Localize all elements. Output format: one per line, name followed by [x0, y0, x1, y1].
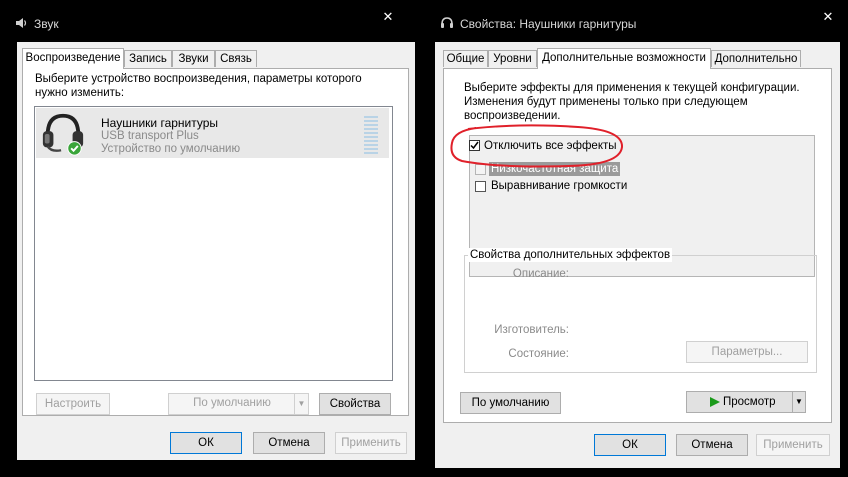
device-name: Наушники гарнитуры	[101, 116, 219, 130]
configure-button[interactable]: Настроить	[36, 393, 110, 415]
headset-small-icon	[441, 17, 453, 28]
dropdown-arrow-icon[interactable]: ▼	[294, 394, 308, 414]
cancel-button[interactable]: Отмена	[676, 434, 748, 456]
ok-button[interactable]: ОК	[170, 432, 242, 454]
group-title: Свойства дополнительных эффектов	[468, 248, 673, 262]
apply-button[interactable]: Применить	[335, 432, 407, 454]
preview-button[interactable]: Просмотр ▼	[686, 391, 806, 413]
device-subtitle: USB transport Plus	[101, 130, 199, 142]
device-row[interactable]: Наушники гарнитуры USB transport Plus Ус…	[36, 108, 389, 158]
tab-playback[interactable]: Воспроизведение	[22, 48, 124, 69]
properties-titlebar[interactable]: Свойства: Наушники гарнитуры ✕	[430, 0, 848, 34]
state-label: Состояние:	[508, 348, 569, 360]
tab-general[interactable]: Общие	[443, 50, 488, 67]
sound-titlebar[interactable]: Звук ✕	[0, 0, 424, 34]
tab-sounds[interactable]: Звуки	[172, 50, 215, 67]
enhancements-instruction: Выберите эффекты для применения к текуще…	[464, 82, 800, 122]
close-icon[interactable]: ✕	[381, 10, 395, 24]
properties-window-title: Свойства: Наушники гарнитуры	[460, 17, 637, 31]
volume-meter	[364, 114, 378, 154]
device-list[interactable]: Наушники гарнитуры USB transport Plus Ус…	[34, 106, 393, 381]
tab-recording[interactable]: Запись	[124, 50, 172, 67]
enhancements-panel: Выберите эффекты для применения к текуще…	[443, 68, 832, 423]
manufacturer-label: Изготовитель:	[494, 324, 569, 336]
loudness-equalization-checkbox[interactable]	[475, 181, 486, 192]
sound-window-title: Звук	[34, 17, 59, 31]
play-icon	[710, 397, 720, 407]
loudness-equalization-label[interactable]: Выравнивание громкости	[491, 179, 627, 193]
default-dropdown[interactable]: По умолчанию ▼	[168, 393, 309, 415]
restore-default-button[interactable]: По умолчанию	[460, 392, 561, 414]
default-dropdown-label: По умолчанию	[193, 397, 271, 409]
tab-levels[interactable]: Уровни	[488, 50, 537, 67]
parameters-button[interactable]: Параметры...	[686, 341, 808, 363]
properties-tabs: Общие Уровни Дополнительные возможности …	[443, 48, 823, 69]
sound-tabs: Воспроизведение Запись Звуки Связь	[22, 48, 402, 69]
tab-advanced[interactable]: Дополнительно	[711, 50, 801, 67]
headset-icon	[42, 113, 84, 156]
playback-panel: Выберите устройство воспроизведения, пар…	[22, 68, 409, 416]
tab-communications[interactable]: Связь	[215, 50, 257, 67]
properties-client: Общие Уровни Дополнительные возможности …	[435, 42, 840, 468]
device-status: Устройство по умолчанию	[101, 143, 241, 155]
description-label: Описание:	[512, 268, 569, 280]
sound-client: Воспроизведение Запись Звуки Связь Выбер…	[17, 42, 415, 460]
properties-button[interactable]: Свойства	[319, 393, 391, 415]
properties-window: Свойства: Наушники гарнитуры ✕ Общие Уро…	[430, 0, 848, 477]
preview-dropdown-icon[interactable]: ▼	[792, 392, 805, 412]
ok-button[interactable]: ОК	[594, 434, 666, 456]
apply-button[interactable]: Применить	[756, 434, 830, 456]
preview-label: Просмотр	[723, 396, 776, 408]
highlight-circle	[450, 124, 624, 168]
speaker-icon	[16, 18, 27, 28]
cancel-button[interactable]: Отмена	[253, 432, 325, 454]
sound-window: Звук ✕ Воспроизведение Запись Звуки Связ…	[0, 0, 424, 477]
tab-enhancements[interactable]: Дополнительные возможности	[537, 48, 711, 69]
close-icon[interactable]: ✕	[821, 10, 835, 24]
playback-instruction: Выберите устройство воспроизведения, пар…	[35, 73, 362, 99]
